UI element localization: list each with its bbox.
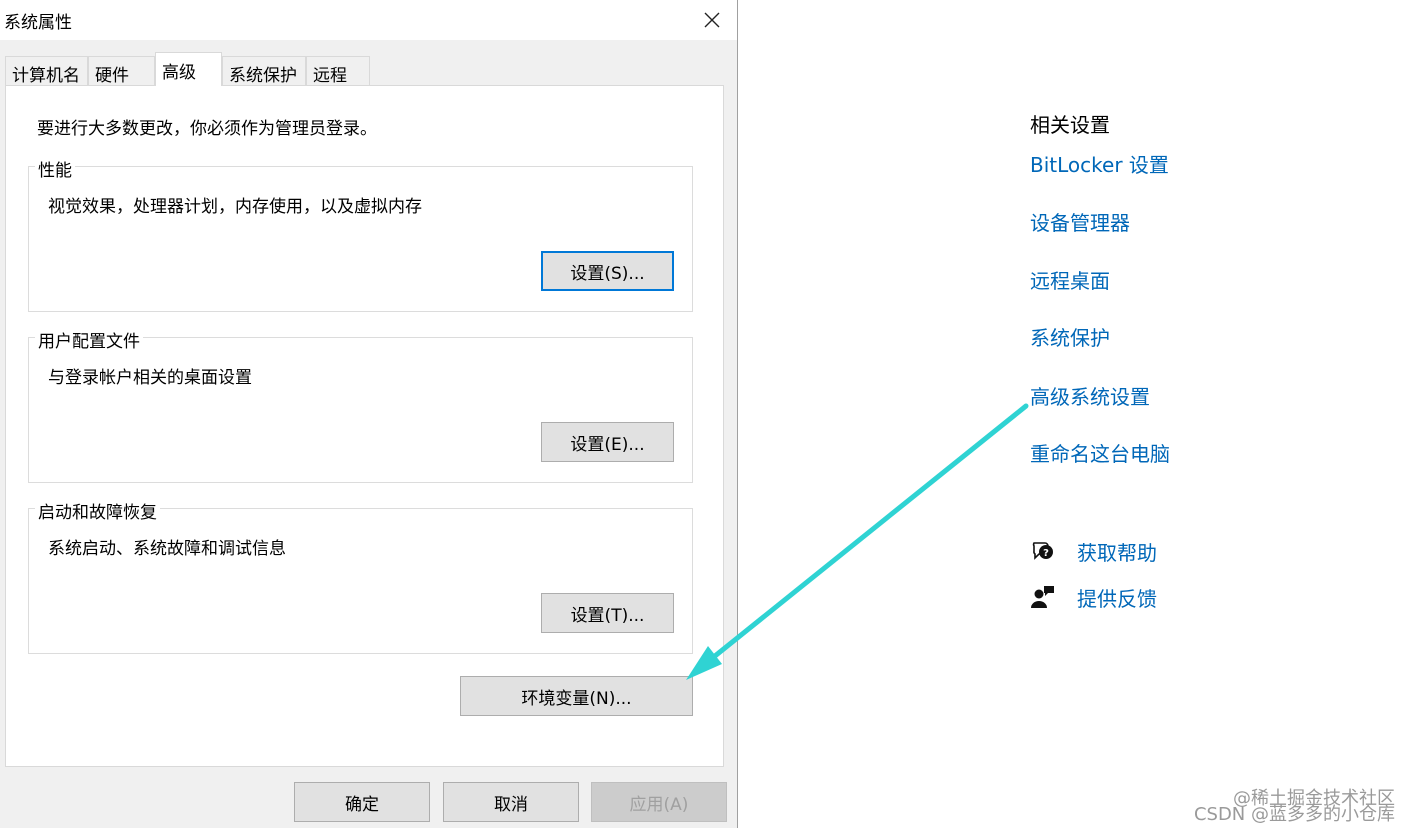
- related-settings-heading: 相关设置: [1030, 113, 1110, 137]
- user-profiles-group: 用户配置文件 与登录帐户相关的桌面设置 设置(E)...: [28, 327, 693, 483]
- give-feedback-label: 提供反馈: [1077, 586, 1157, 611]
- get-help-label: 获取帮助: [1077, 540, 1157, 565]
- startup-recovery-group: 启动和故障恢复 系统启动、系统故障和调试信息 设置(T)...: [28, 498, 693, 654]
- rename-pc-link[interactable]: 重命名这台电脑: [1030, 438, 1170, 467]
- ok-button[interactable]: 确定: [294, 782, 430, 822]
- performance-group: 性能 视觉效果，处理器计划，内存使用，以及虚拟内存 设置(S)...: [28, 156, 693, 312]
- cancel-button[interactable]: 取消: [443, 782, 579, 822]
- bitlocker-settings-link[interactable]: BitLocker 设置: [1030, 149, 1169, 178]
- advanced-tab-panel: 要进行大多数更改，你必须作为管理员登录。 性能 视觉效果，处理器计划，内存使用，…: [5, 85, 724, 767]
- apply-button[interactable]: 应用(A): [591, 782, 727, 822]
- performance-label: 性能: [35, 156, 75, 181]
- tab-computer-name[interactable]: 计算机名: [5, 56, 88, 86]
- feedback-icon: [1031, 586, 1054, 608]
- remote-desktop-link[interactable]: 远程桌面: [1030, 265, 1110, 294]
- tab-remote[interactable]: 远程: [306, 56, 370, 86]
- svg-text:?: ?: [1043, 548, 1049, 559]
- get-help-link[interactable]: ? 获取帮助: [1030, 537, 1157, 565]
- give-feedback-link[interactable]: 提供反馈: [1030, 583, 1157, 611]
- system-properties-dialog: 系统属性 计算机名 硬件 高级 系统保护 远程 要进行大多数更改，你必须作为管理…: [0, 0, 738, 828]
- startup-recovery-desc: 系统启动、系统故障和调试信息: [48, 539, 286, 559]
- dialog-title: 系统属性: [4, 13, 72, 33]
- close-icon: [704, 12, 720, 28]
- user-profiles-desc: 与登录帐户相关的桌面设置: [48, 368, 252, 388]
- tab-system-protection[interactable]: 系统保护: [222, 56, 306, 86]
- admin-note: 要进行大多数更改，你必须作为管理员登录。: [37, 119, 377, 139]
- performance-settings-button[interactable]: 设置(S)...: [541, 251, 674, 291]
- close-button[interactable]: [695, 4, 729, 36]
- user-profiles-settings-button[interactable]: 设置(E)...: [541, 422, 674, 462]
- title-bar: 系统属性: [0, 0, 737, 40]
- help-chat-icon: ?: [1032, 542, 1053, 560]
- performance-desc: 视觉效果，处理器计划，内存使用，以及虚拟内存: [48, 197, 422, 217]
- tab-hardware[interactable]: 硬件: [88, 56, 155, 86]
- user-profiles-label: 用户配置文件: [35, 327, 143, 352]
- tab-advanced[interactable]: 高级: [155, 52, 222, 86]
- startup-recovery-label: 启动和故障恢复: [35, 498, 160, 523]
- watermark-csdn: CSDN @蓝多多的小仓库: [1193, 804, 1395, 825]
- environment-variables-button[interactable]: 环境变量(N)...: [460, 676, 693, 716]
- advanced-system-settings-link[interactable]: 高级系统设置: [1030, 381, 1150, 410]
- tab-strip: 计算机名 硬件 高级 系统保护 远程: [0, 52, 737, 86]
- device-manager-link[interactable]: 设备管理器: [1030, 207, 1130, 236]
- system-protection-link[interactable]: 系统保护: [1030, 322, 1110, 351]
- startup-recovery-settings-button[interactable]: 设置(T)...: [541, 593, 674, 633]
